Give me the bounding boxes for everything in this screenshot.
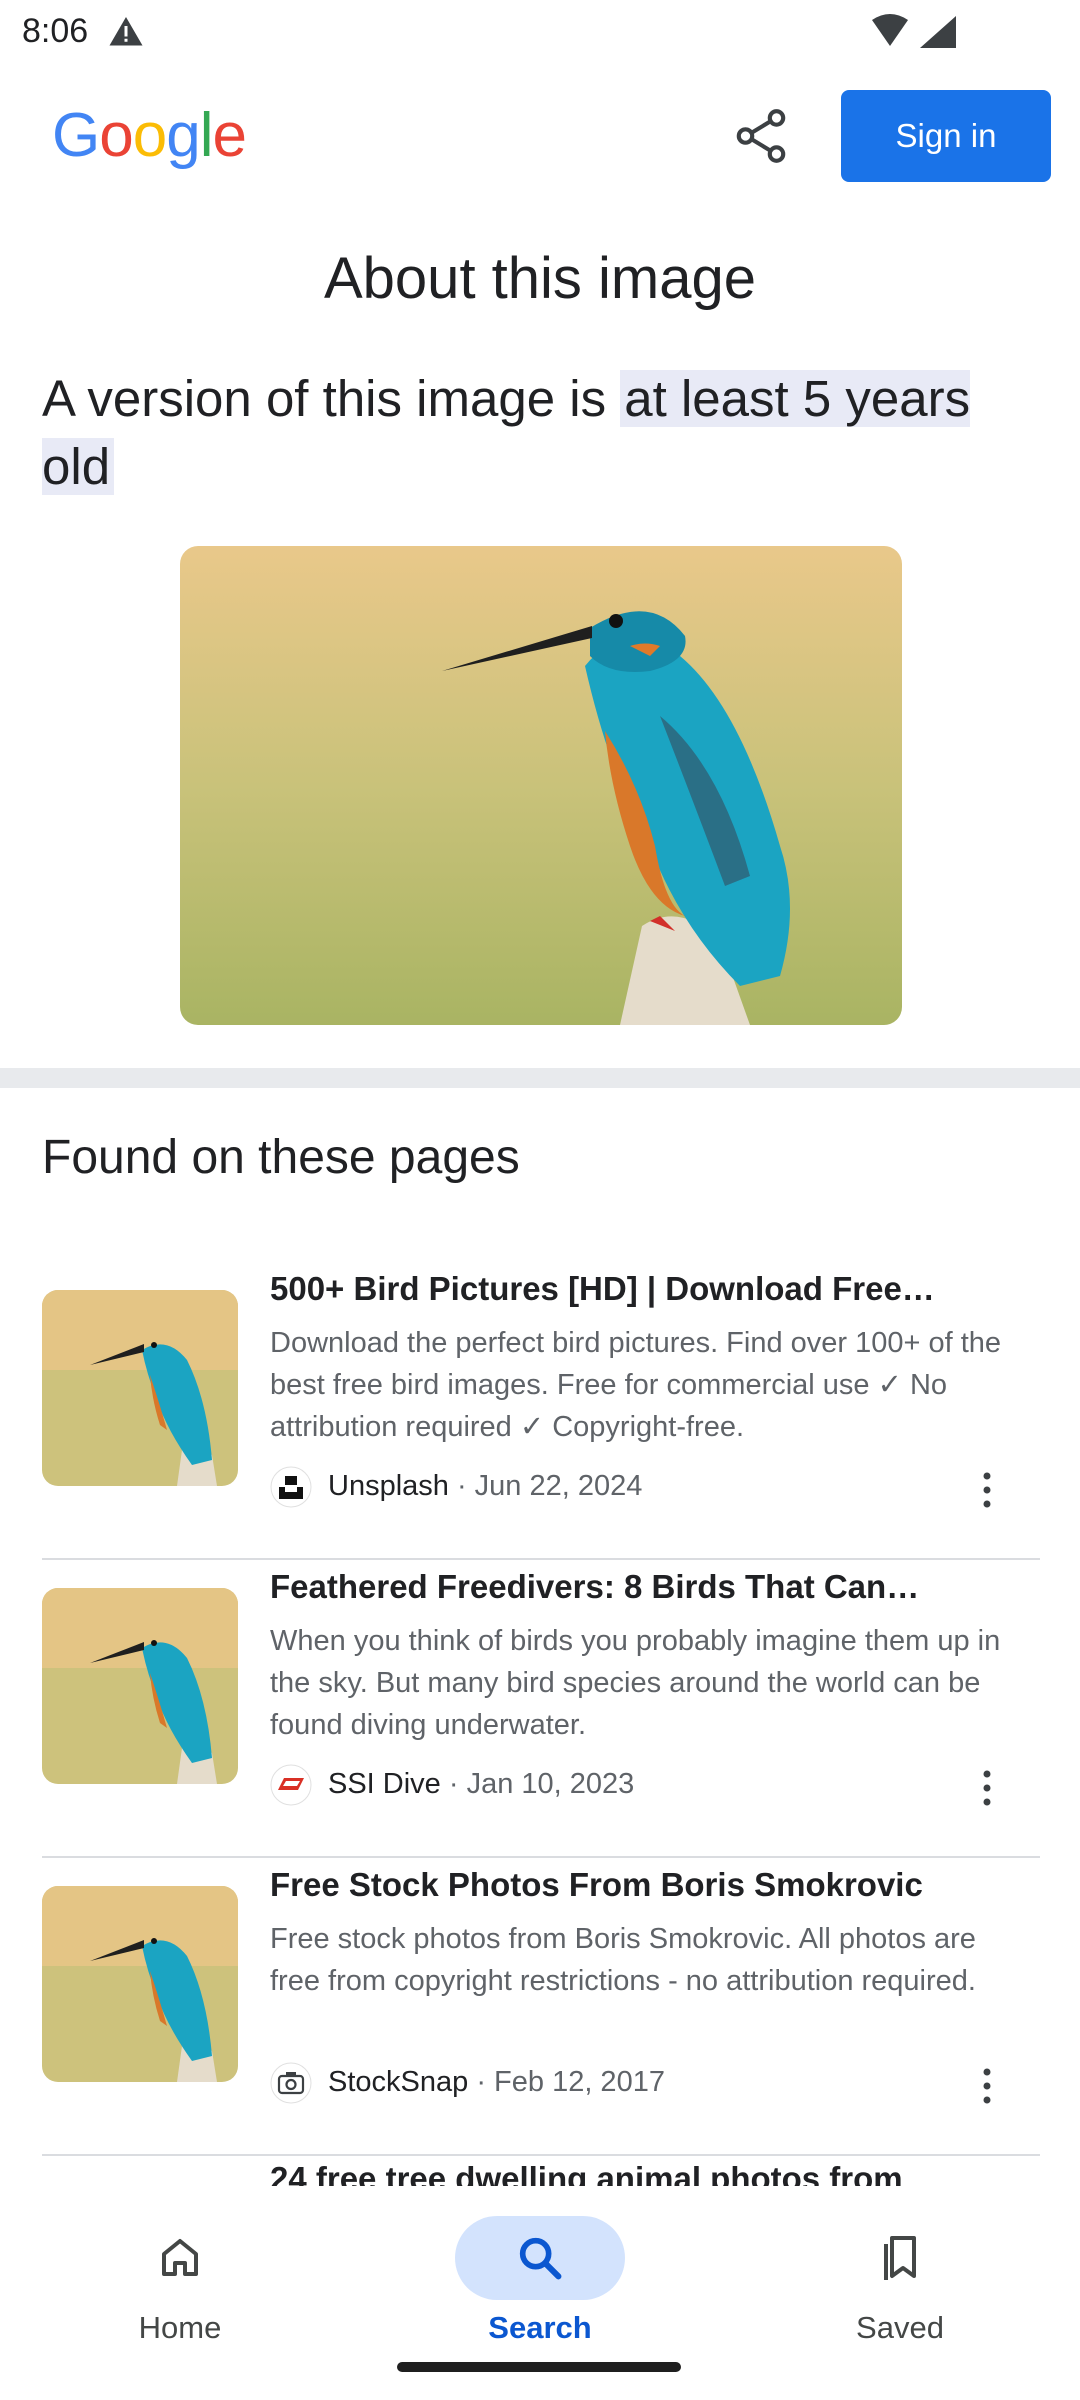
result-thumbnail[interactable]	[42, 1886, 238, 2082]
result-description: Free stock photos from Boris Smokrovic. …	[270, 1923, 976, 1997]
result-title[interactable]: 500+ Bird Pictures [HD] | Download Free…	[270, 1270, 1030, 1308]
result-title[interactable]: Free Stock Photos From Boris Smokrovic	[270, 1866, 1030, 1904]
nav-search-label: Search	[488, 2310, 592, 2345]
source-name: SSI Dive	[328, 1768, 441, 1800]
logo-letter: l	[199, 101, 214, 170]
source-name: StockSnap	[328, 2066, 469, 2098]
source-line: StockSnap · Feb 12, 2017	[328, 2066, 665, 2099]
logo-letter: o	[99, 101, 133, 170]
result-description: When you think of birds you probably ima…	[270, 1625, 1001, 1741]
more-options-icon[interactable]	[980, 1768, 994, 1808]
source-name: Unsplash	[328, 1470, 449, 1502]
camera-icon	[270, 2062, 312, 2104]
more-options-icon[interactable]	[980, 1470, 994, 1510]
result-source[interactable]: StockSnap · Feb 12, 2017	[270, 2062, 1030, 2106]
more-options-icon[interactable]	[980, 2066, 994, 2106]
nav-saved[interactable]: Saved	[780, 2186, 1020, 2356]
signal-wifi-icons	[872, 14, 956, 48]
google-logo[interactable]: Google	[52, 100, 247, 180]
source-line: Unsplash · Jun 22, 2024	[328, 1470, 642, 1503]
result-divider	[42, 1856, 1040, 1858]
result-divider	[42, 1558, 1040, 1560]
nav-saved-icon-wrap	[815, 2216, 985, 2300]
search-icon	[519, 2237, 562, 2280]
home-icon	[162, 2239, 198, 2276]
result-source[interactable]: Unsplash · Jun 22, 2024	[270, 1466, 1030, 1510]
age-prefix: A version of this image is	[42, 370, 621, 427]
sign-in-button[interactable]: Sign in	[841, 90, 1051, 182]
warning-icon	[109, 17, 143, 46]
status-time: 8:06	[22, 12, 89, 50]
result-item[interactable]: Free Stock Photos From Boris Smokrovic F…	[42, 1866, 1040, 2156]
logo-letter: g	[166, 101, 200, 170]
result-date: · Jan 10, 2023	[440, 1768, 635, 1800]
result-date: · Feb 12, 2017	[468, 2066, 665, 2098]
result-title[interactable]: Feathered Freedivers: 8 Birds That Can…	[270, 1568, 1030, 1606]
result-source[interactable]: SSI Dive · Jan 10, 2023	[270, 1764, 1030, 1808]
bookmark-icon	[884, 2236, 916, 2280]
status-bar: 8:06	[0, 0, 1080, 66]
unsplash-icon	[270, 1466, 312, 1508]
result-description: Download the perfect bird pictures. Find…	[270, 1327, 1002, 1443]
image-age-headline: A version of this image is at least 5 ye…	[42, 365, 1042, 501]
result-date: · Jun 22, 2024	[448, 1470, 643, 1502]
result-divider	[42, 2154, 1040, 2156]
nav-saved-label: Saved	[856, 2310, 944, 2345]
nav-home-icon-wrap	[95, 2216, 265, 2300]
logo-letter: o	[132, 101, 167, 170]
nav-search-icon-wrap	[455, 2216, 625, 2300]
page-title: About this image	[323, 246, 757, 311]
section-title: Found on these pages	[42, 1131, 520, 1184]
nav-search[interactable]: Search	[420, 2186, 660, 2356]
nav-home[interactable]: Home	[60, 2186, 300, 2356]
nav-home-label: Home	[138, 2310, 222, 2345]
share-icon[interactable]	[730, 105, 792, 167]
result-item[interactable]: Feathered Freedivers: 8 Birds That Can… …	[42, 1568, 1040, 1858]
ssi-dive-icon	[270, 1764, 312, 1806]
result-thumbnail[interactable]	[42, 1290, 238, 1486]
kingfisher-image[interactable]	[180, 546, 902, 1025]
gesture-home-bar[interactable]	[397, 2362, 681, 2372]
result-item[interactable]: 500+ Bird Pictures [HD] | Download Free……	[42, 1270, 1040, 1560]
logo-letter: G	[52, 101, 100, 170]
result-thumbnail[interactable]	[42, 1588, 238, 1784]
section-divider	[0, 1068, 1080, 1088]
source-line: SSI Dive · Jan 10, 2023	[328, 1768, 634, 1801]
logo-letter: e	[212, 101, 246, 170]
